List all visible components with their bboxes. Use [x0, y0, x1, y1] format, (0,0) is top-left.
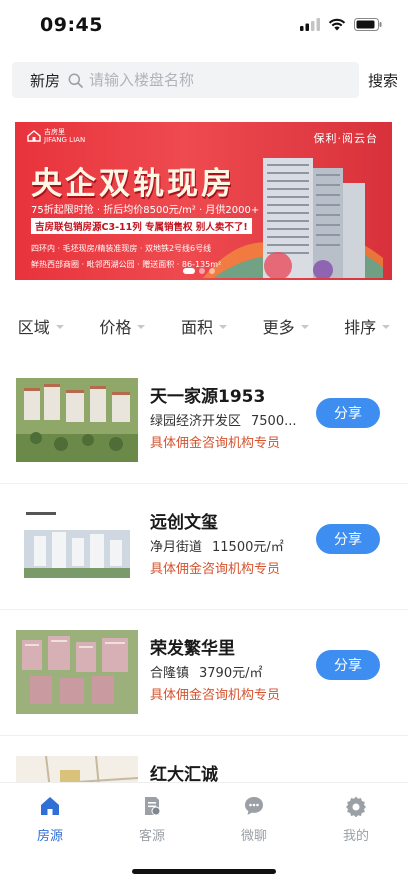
gear-icon: [346, 796, 366, 818]
chevron-down-icon: [55, 325, 64, 329]
listing-agent-note: 具体佣金咨询机构专员: [150, 562, 281, 577]
chevron-down-icon: [218, 325, 227, 329]
tab-profile[interactable]: 我的: [316, 795, 396, 844]
search-icon: [68, 73, 83, 88]
chevron-down-icon: [382, 325, 391, 329]
listing-price: 7500...: [251, 414, 297, 429]
logo-house-icon: [27, 130, 41, 142]
tab-chat[interactable]: 微聊: [214, 795, 294, 844]
share-button[interactable]: 分享: [316, 524, 380, 554]
listing-item[interactable]: 天一家源1953 绿园经济开发区 7500... 具体佣金咨询机构专员 分享: [0, 358, 408, 484]
wifi-icon: [328, 18, 346, 31]
banner-dot: [209, 268, 215, 274]
home-indicator: [132, 869, 276, 874]
banner-dot-active: [183, 268, 195, 274]
filter-price[interactable]: 价格: [82, 306, 164, 346]
listing-agent-note: 具体佣金咨询机构专员: [150, 688, 281, 703]
filter-area[interactable]: 面积: [163, 306, 245, 346]
banner-pagination: [183, 268, 215, 274]
listing-price: 3790元/㎡: [199, 666, 263, 681]
promo-banner[interactable]: 吉房里 JIFANG LIAN 保利·阅云台 央企双轨现房 75折起限时抢 · …: [15, 122, 392, 280]
banner-headline: 央企双轨现房: [31, 166, 235, 202]
status-icons: [300, 18, 382, 31]
banner-logo: 吉房里 JIFANG LIAN: [27, 128, 85, 144]
banner-exclusive-line: 吉房联包销房源C3-11列 专属销售权 别人卖不了!: [31, 218, 252, 234]
share-button[interactable]: 分享: [316, 650, 380, 680]
listing-agent-note: 具体佣金咨询机构专员: [150, 436, 281, 451]
battery-icon: [354, 18, 382, 31]
filter-bar: 区域 价格 面积 更多 排序: [0, 306, 408, 346]
search-input[interactable]: [89, 71, 340, 89]
status-bar: 09:45: [0, 0, 408, 52]
search-box[interactable]: 新房: [12, 62, 359, 98]
filter-sort[interactable]: 排序: [326, 306, 408, 346]
listing-district: 绿园经济开发区: [150, 414, 242, 429]
listing-meta: 绿园经济开发区 7500...: [150, 410, 300, 429]
search-row: 新房 搜索: [0, 60, 408, 100]
listing-district: 合隆镇: [150, 666, 190, 681]
filter-label: 排序: [344, 318, 377, 337]
listing-thumbnail: [16, 504, 138, 588]
tab-listings[interactable]: 房源: [10, 795, 90, 844]
filter-label: 面积: [180, 318, 213, 337]
listing-thumbnail: [16, 378, 138, 462]
listing-district: 净月街道: [150, 540, 203, 555]
tab-label: 房源: [36, 829, 63, 844]
banner-dot: [199, 268, 205, 274]
filter-region[interactable]: 区域: [0, 306, 82, 346]
listing-item[interactable]: 远创文玺 净月街道 11500元/㎡ 具体佣金咨询机构专员 分享: [0, 484, 408, 610]
document-icon: [145, 797, 161, 816]
tab-label: 微聊: [240, 829, 267, 844]
listing-item[interactable]: 荣发繁华里 合隆镇 3790元/㎡ 具体佣金咨询机构专员 分享: [0, 610, 408, 736]
status-time: 09:45: [40, 14, 103, 36]
chevron-down-icon: [137, 325, 146, 329]
listing-title: 荣发繁华里: [150, 639, 235, 659]
listing-meta: 净月街道 11500元/㎡: [150, 536, 300, 555]
tab-label: 我的: [342, 829, 369, 844]
filter-label: 更多: [262, 318, 295, 337]
bottom-tab-bar: 房源 客源 微聊 我的: [0, 782, 408, 883]
listing-title: 远创文玺: [150, 513, 218, 533]
banner-price-line: 75折起限时抢 · 折后均价8500元/m² · 月供2000+: [31, 205, 260, 216]
listing-meta: 合隆镇 3790元/㎡: [150, 662, 300, 681]
city-selector[interactable]: 新房: [30, 70, 60, 91]
home-icon: [41, 797, 59, 815]
chevron-down-icon: [300, 325, 309, 329]
tab-label: 客源: [138, 829, 165, 844]
signal-icon: [300, 18, 320, 31]
banner-location-line: 四环内 · 毛坯现房/精装准现房 · 双地铁2号线6号线: [31, 244, 212, 253]
listing-thumbnail: [16, 630, 138, 714]
listing-title: 天一家源1953: [150, 387, 266, 407]
filter-label: 区域: [17, 318, 50, 337]
listing-price: 11500元/㎡: [212, 540, 284, 555]
banner-logo-text: 吉房里 JIFANG LIAN: [44, 128, 86, 144]
share-button[interactable]: 分享: [316, 398, 380, 428]
filter-label: 价格: [99, 318, 132, 337]
search-button[interactable]: 搜索: [368, 70, 398, 91]
tab-clients[interactable]: 客源: [112, 795, 192, 844]
filter-more[interactable]: 更多: [245, 306, 327, 346]
chat-icon: [245, 797, 263, 815]
